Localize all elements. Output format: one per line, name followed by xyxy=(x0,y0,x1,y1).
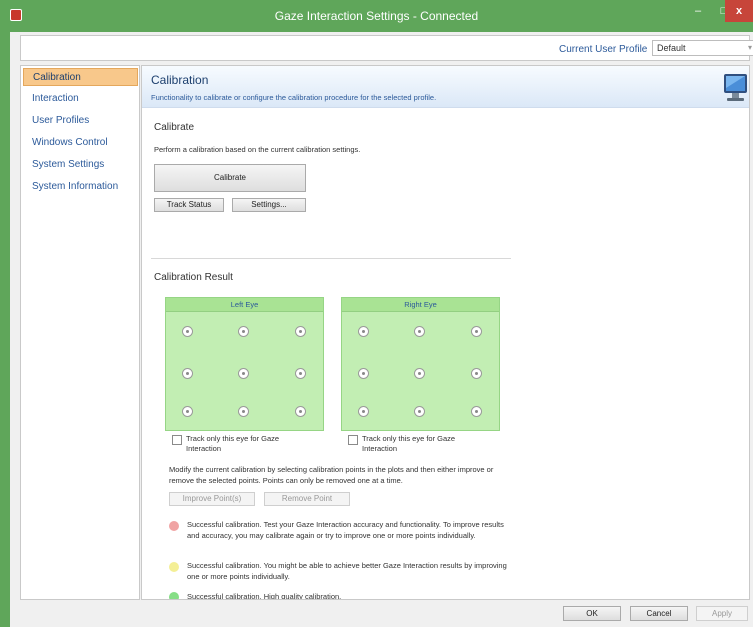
window-title: Gaze Interaction Settings - Connected xyxy=(274,9,479,23)
main-panel: Calibration Functionality to calibrate o… xyxy=(141,65,750,600)
application-window: Gaze Interaction Settings - Connected ‒ … xyxy=(0,0,753,627)
minimize-button[interactable]: ‒ xyxy=(685,0,711,22)
calibration-point[interactable] xyxy=(238,326,249,337)
profile-dropdown[interactable]: Default ▾ xyxy=(652,40,753,56)
calibration-point[interactable] xyxy=(238,368,249,379)
improve-points-button[interactable]: Improve Point(s) xyxy=(169,492,255,506)
calibration-result-title: Calibration Result xyxy=(154,272,233,283)
calibration-point[interactable] xyxy=(182,406,193,417)
close-button[interactable]: x xyxy=(725,0,753,22)
legend-dot-green xyxy=(169,592,179,599)
sidebar-item-windows-control[interactable]: Windows Control xyxy=(23,134,138,152)
left-eye-checkbox-label: Track only this eye for Gaze Interaction xyxy=(186,434,280,453)
right-eye-checkbox[interactable] xyxy=(348,435,358,445)
sidebar-item-interaction[interactable]: Interaction xyxy=(23,90,138,108)
right-eye-label: Right Eye xyxy=(342,298,499,312)
calibrate-section-title: Calibrate xyxy=(154,122,195,133)
cancel-button[interactable]: Cancel xyxy=(630,606,688,621)
sidebar: Calibration Interaction User Profiles Wi… xyxy=(20,65,140,600)
calibration-point[interactable] xyxy=(358,406,369,417)
calibration-point[interactable] xyxy=(471,406,482,417)
calibration-point[interactable] xyxy=(471,326,482,337)
remove-point-button[interactable]: Remove Point xyxy=(264,492,350,506)
legend-dot-red xyxy=(169,521,179,531)
right-eye-checkbox-label: Track only this eye for Gaze Interaction xyxy=(362,434,456,453)
ok-button[interactable]: OK xyxy=(563,606,621,621)
apply-button[interactable]: Apply xyxy=(696,606,748,621)
section-divider xyxy=(151,258,511,259)
sidebar-item-user-profiles[interactable]: User Profiles xyxy=(23,112,138,130)
calibration-point[interactable] xyxy=(182,368,193,379)
calibration-instructions: Modify the current calibration by select… xyxy=(169,465,494,485)
track-status-button[interactable]: Track Status xyxy=(154,198,224,212)
current-profile-label: Current User Profile xyxy=(559,44,648,55)
monitor-icon xyxy=(724,74,747,101)
calibration-point[interactable] xyxy=(295,406,306,417)
left-eye-checkbox[interactable] xyxy=(172,435,182,445)
legend-text-yellow: Successful calibration. You might be abl… xyxy=(187,561,507,581)
legend-text-red: Successful calibration. Test your Gaze I… xyxy=(187,520,504,540)
sidebar-item-system-settings[interactable]: System Settings xyxy=(23,156,138,174)
calibration-point[interactable] xyxy=(295,326,306,337)
sidebar-item-calibration[interactable]: Calibration xyxy=(23,68,138,86)
page-description: Functionality to calibrate or configure … xyxy=(151,93,437,102)
chevron-down-icon: ▾ xyxy=(747,43,752,52)
left-eye-plot[interactable]: Left Eye xyxy=(165,297,324,431)
calibration-point[interactable] xyxy=(295,368,306,379)
right-eye-plot[interactable]: Right Eye xyxy=(341,297,500,431)
calibration-point[interactable] xyxy=(358,368,369,379)
calibrate-button[interactable]: Calibrate xyxy=(154,164,306,192)
calibration-point[interactable] xyxy=(238,406,249,417)
calibration-point[interactable] xyxy=(414,368,425,379)
legend-text-green: Successful calibration. High quality cal… xyxy=(187,592,342,600)
title-bar[interactable]: Gaze Interaction Settings - Connected ‒ … xyxy=(0,0,753,32)
calibration-point[interactable] xyxy=(358,326,369,337)
calibration-point[interactable] xyxy=(182,326,193,337)
calibration-point[interactable] xyxy=(471,368,482,379)
sidebar-item-system-information[interactable]: System Information xyxy=(23,178,138,196)
page-header: Calibration Functionality to calibrate o… xyxy=(142,66,749,108)
settings-button[interactable]: Settings... xyxy=(232,198,306,212)
page-title: Calibration xyxy=(151,73,209,87)
client-area: Current User Profile Default ▾ Calibrati… xyxy=(10,32,753,627)
profile-bar: Current User Profile Default ▾ xyxy=(20,35,753,61)
calibration-point[interactable] xyxy=(414,406,425,417)
calibration-point[interactable] xyxy=(414,326,425,337)
calibrate-description: Perform a calibration based on the curre… xyxy=(154,145,361,154)
left-eye-label: Left Eye xyxy=(166,298,323,312)
profile-selected-value: Default xyxy=(657,43,686,53)
legend-dot-yellow xyxy=(169,562,179,572)
